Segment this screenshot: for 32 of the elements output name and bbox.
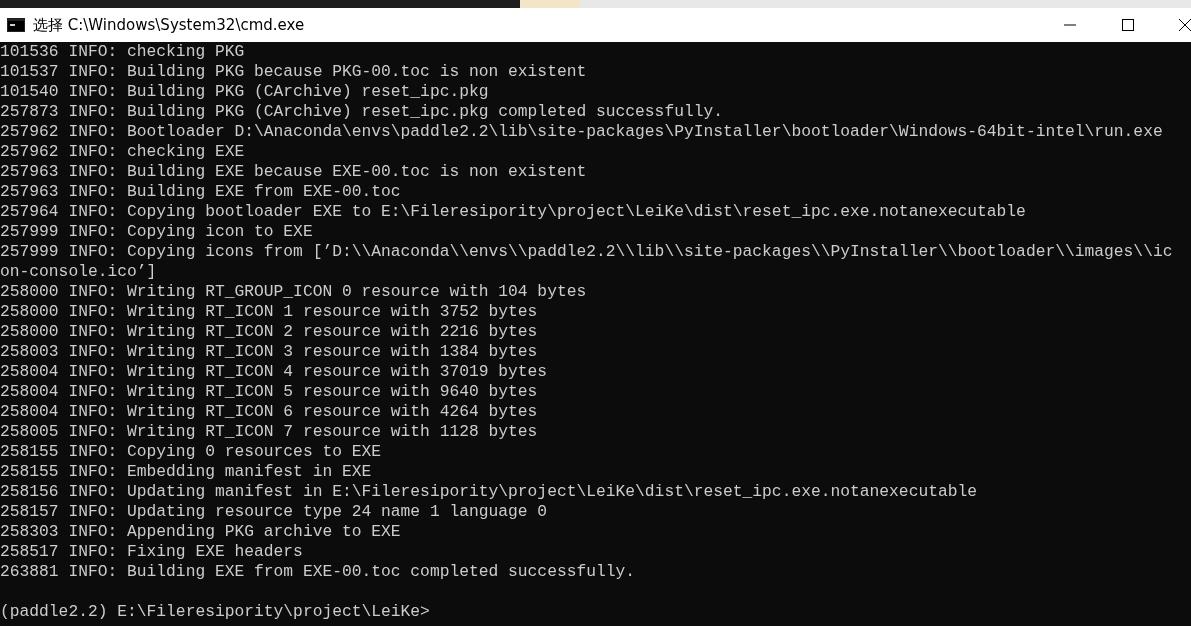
maximize-icon [1122,19,1134,31]
console-line: 101540 INFO: Building PKG (CArchive) reset_ipc.pkg [0,82,489,102]
console-line: 258156 INFO: Updating manifest in E:\Fileresipority\project\LeiKe\dist\reset_ipc.exe.notanexecutable [0,482,978,502]
console-icon [7,18,25,32]
console-line: 258005 INFO: Writing RT_ICON 7 resource with 1128 bytes [0,422,538,442]
console-line: 257962 INFO: Bootloader D:\Anaconda\envs\paddle2.2\lib\site-packages\PyInstaller\bootloader\Windows-64bit-intel\run.exe [0,122,1163,142]
console-line: 257963 INFO: Building EXE from EXE-00.toc [0,182,401,202]
console-line: 258000 INFO: Writing RT_ICON 2 resource with 2216 bytes [0,322,538,342]
command-prompt: (paddle2.2) E:\Fileresipority\project\LeiKe> [0,602,430,622]
console-line: 257999 INFO: Copying icon to EXE [0,222,313,242]
console-line: 101536 INFO: checking PKG [0,42,245,62]
console-line: 257964 INFO: Copying bootloader EXE to E:\Fileresipority\project\LeiKe\dist\reset_ipc.exe.notanexecutable [0,202,1026,222]
console-line: 258000 INFO: Writing RT_GROUP_ICON 0 resource with 104 bytes [0,282,587,302]
window-title: 选择 C:\Windows\System32\cmd.exe [33,15,306,35]
console-line: 258157 INFO: Updating resource type 24 name 1 language 0 [0,502,548,522]
console-line: 258004 INFO: Writing RT_ICON 5 resource with 9640 bytes [0,382,538,402]
console-line: 258303 INFO: Appending PKG archive to EXE [0,522,401,542]
console-line: 258155 INFO: Copying 0 resources to EXE [0,442,382,462]
console-line: 258004 INFO: Writing RT_ICON 6 resource with 4264 bytes [0,402,538,422]
console-line: 257963 INFO: Building EXE because EXE-00.toc is non existent [0,162,587,182]
console-line: 258000 INFO: Writing RT_ICON 1 resource with 3752 bytes [0,302,538,322]
console-line: 257962 INFO: checking EXE [0,142,245,162]
console-line: 258003 INFO: Writing RT_ICON 3 resource with 1384 bytes [0,342,538,362]
console-line: 258155 INFO: Embedding manifest in EXE [0,462,372,482]
console-line: 258517 INFO: Fixing EXE headers [0,542,303,562]
close-icon [1179,19,1191,31]
console-line: 101537 INFO: Building PKG because PKG-00.toc is non existent [0,62,587,82]
console-line: 257999 INFO: Copying icons from [’D:\\Anaconda\\envs\\paddle2.2\\lib\\site-packages\\PyInstaller\\bootloader\\images\\ic [0,242,1173,262]
console-line: 258004 INFO: Writing RT_ICON 4 resource with 37019 bytes [0,362,548,382]
console-line: 257873 INFO: Building PKG (CArchive) reset_ipc.pkg completed successfully. [0,102,723,122]
console-line: on-console.ico’] [0,262,157,282]
console-line: 263881 INFO: Building EXE from EXE-00.toc completed successfully. [0,562,636,582]
